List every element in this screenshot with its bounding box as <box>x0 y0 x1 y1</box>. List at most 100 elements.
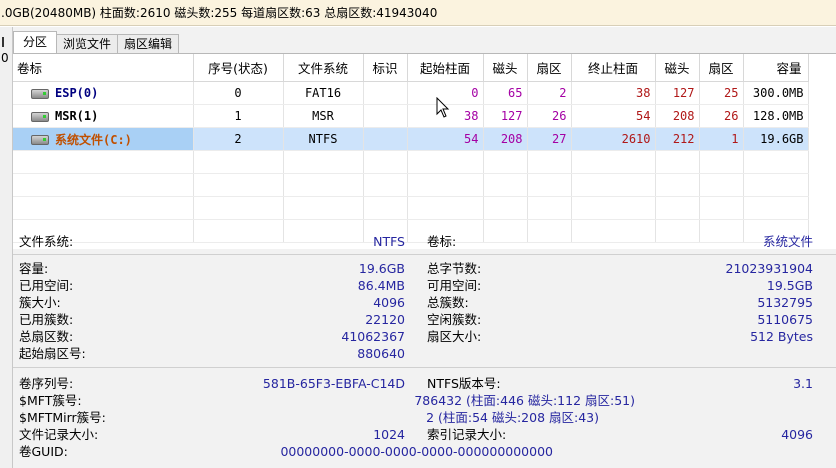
volume-label-value: 系统文件 <box>762 234 813 249</box>
start-sector-label: 起始扇区号: <box>19 346 86 361</box>
index-size-label: 索引记录大小: <box>427 427 507 442</box>
end-head: 127 <box>655 81 700 105</box>
total-bytes-value: 21023931904 <box>725 261 813 276</box>
start-cylinder: 54 <box>407 127 484 151</box>
sector-size-value: 512 Bytes <box>750 329 813 344</box>
partition-name: ESP(0) <box>55 86 99 100</box>
free-clusters-value: 5110675 <box>757 312 813 327</box>
partition-index: 1 <box>193 104 284 128</box>
total-sectors-label: 总扇区数: <box>19 329 74 344</box>
record-size-label: 文件记录大小: <box>19 427 99 442</box>
partition-capacity: 300.0MB <box>743 81 809 105</box>
sector-size-label: 扇区大小: <box>427 329 482 344</box>
disk-icon <box>31 135 49 145</box>
partition-id <box>363 81 408 105</box>
partition-index: 0 <box>193 81 284 105</box>
free-space-value: 19.5GB <box>766 278 813 293</box>
start-head: 127 <box>483 104 528 128</box>
table-row-selected[interactable]: 系统文件(C:) 2 NTFS 54 208 27 2610 212 1 19.… <box>13 127 809 151</box>
start-sector: 2 <box>527 81 572 105</box>
start-sector: 27 <box>527 127 572 151</box>
disk-icon <box>31 111 49 122</box>
used-space-label: 已用空间: <box>19 278 74 293</box>
partition-fs: MSR <box>283 104 364 128</box>
divider <box>13 367 836 368</box>
ntfs-version-value: 3.1 <box>793 376 813 391</box>
partition-capacity: 128.0MB <box>743 104 809 128</box>
end-cylinder: 54 <box>571 104 656 128</box>
col-start-sector[interactable]: 扇区 <box>527 54 572 82</box>
col-id[interactable]: 标识 <box>363 54 408 82</box>
col-capacity[interactable]: 容量 <box>743 54 809 82</box>
total-clusters-value: 5132795 <box>757 295 813 310</box>
tab-partition[interactable]: 分区 <box>13 31 58 53</box>
serial-label: 卷序列号: <box>19 376 74 391</box>
partition-capacity: 19.6GB <box>743 127 809 151</box>
end-cylinder: 2610 <box>571 127 656 151</box>
guid-value: 00000000-0000-0000-0000-000000000000 <box>280 444 553 459</box>
mftmirr-cluster-value: 2 (柱面:54 磁头:208 扇区:43) <box>426 410 599 425</box>
record-size-value: 1024 <box>373 427 405 442</box>
col-start-head[interactable]: 磁头 <box>483 54 528 82</box>
partition-panel: 分区 浏览文件 扇区编辑 卷标 序号(状态) 文件系统 标识 起始柱面 磁头 扇… <box>13 27 836 468</box>
empty-row <box>13 173 809 197</box>
partition-id <box>363 104 408 128</box>
partition-id <box>363 127 408 151</box>
end-sector: 25 <box>699 81 744 105</box>
start-sector: 26 <box>527 104 572 128</box>
partition-index: 2 <box>193 127 284 151</box>
col-filesystem[interactable]: 文件系统 <box>283 54 364 82</box>
empty-row <box>13 196 809 220</box>
tab-sector-edit[interactable]: 扇区编辑 <box>117 34 180 53</box>
left-panel-edge: 0 <box>0 27 13 468</box>
start-sector-value: 880640 <box>357 346 405 361</box>
splitter-icon <box>2 37 4 47</box>
tab-browse-files[interactable]: 浏览文件 <box>56 34 119 53</box>
end-head: 212 <box>655 127 700 151</box>
cluster-size-label: 簇大小: <box>19 295 61 310</box>
partition-fs: FAT16 <box>283 81 364 105</box>
disk-info-bar: .0GB(20480MB) 柱面数:2610 磁头数:255 每道扇区数:63 … <box>0 0 836 26</box>
disk-info-text: .0GB(20480MB) 柱面数:2610 磁头数:255 每道扇区数:63 … <box>1 6 438 20</box>
serial-value: 581B-65F3-EBFA-C14D <box>262 376 405 391</box>
col-index[interactable]: 序号(状态) <box>193 54 284 82</box>
start-head: 208 <box>483 127 528 151</box>
end-sector: 26 <box>699 104 744 128</box>
index-size-value: 4096 <box>781 427 813 442</box>
partition-table: 卷标 序号(状态) 文件系统 标识 起始柱面 磁头 扇区 终止柱面 磁头 扇区 … <box>13 53 836 249</box>
col-volume-label[interactable]: 卷标 <box>13 54 194 82</box>
mouse-cursor-icon <box>436 97 450 118</box>
mftmirr-cluster-label: $MFTMirr簇号: <box>19 410 106 425</box>
col-end-head[interactable]: 磁头 <box>655 54 700 82</box>
cluster-size-value: 4096 <box>373 295 405 310</box>
end-sector: 1 <box>699 127 744 151</box>
used-space-value: 86.4MB <box>357 278 405 293</box>
fs-value: NTFS <box>373 234 405 249</box>
disk-icon <box>31 88 49 99</box>
free-space-label: 可用空间: <box>427 278 482 293</box>
col-end-sector[interactable]: 扇区 <box>699 54 744 82</box>
volume-label-label: 卷标: <box>427 234 457 249</box>
table-row[interactable]: ESP(0) 0 FAT16 0 65 2 38 127 25 300.0MB <box>13 81 809 105</box>
end-cylinder: 38 <box>571 81 656 105</box>
partition-fs: NTFS <box>283 127 364 151</box>
total-sectors-value: 41062367 <box>341 329 405 344</box>
partition-name: 系统文件(C:) <box>55 132 132 147</box>
empty-row <box>13 150 809 174</box>
capacity-label: 容量: <box>19 261 49 276</box>
used-clusters-value: 22120 <box>365 312 405 327</box>
capacity-value: 19.6GB <box>358 261 405 276</box>
col-end-cylinder[interactable]: 终止柱面 <box>571 54 656 82</box>
free-clusters-label: 空闲簇数: <box>427 312 482 327</box>
mft-cluster-value: 786432 (柱面:446 磁头:112 扇区:51) <box>414 393 635 408</box>
table-header: 卷标 序号(状态) 文件系统 标识 起始柱面 磁头 扇区 终止柱面 磁头 扇区 … <box>13 54 809 82</box>
mft-cluster-label: $MFT簇号: <box>19 393 82 408</box>
table-row[interactable]: MSR(1) 1 MSR 38 127 26 54 208 26 128.0MB <box>13 104 809 128</box>
fs-label: 文件系统: <box>19 234 74 249</box>
divider <box>13 254 836 255</box>
col-start-cylinder[interactable]: 起始柱面 <box>407 54 484 82</box>
start-head: 65 <box>483 81 528 105</box>
tab-bar: 分区 浏览文件 扇区编辑 <box>13 31 180 53</box>
used-clusters-label: 已用簇数: <box>19 312 74 327</box>
total-clusters-label: 总簇数: <box>427 295 469 310</box>
